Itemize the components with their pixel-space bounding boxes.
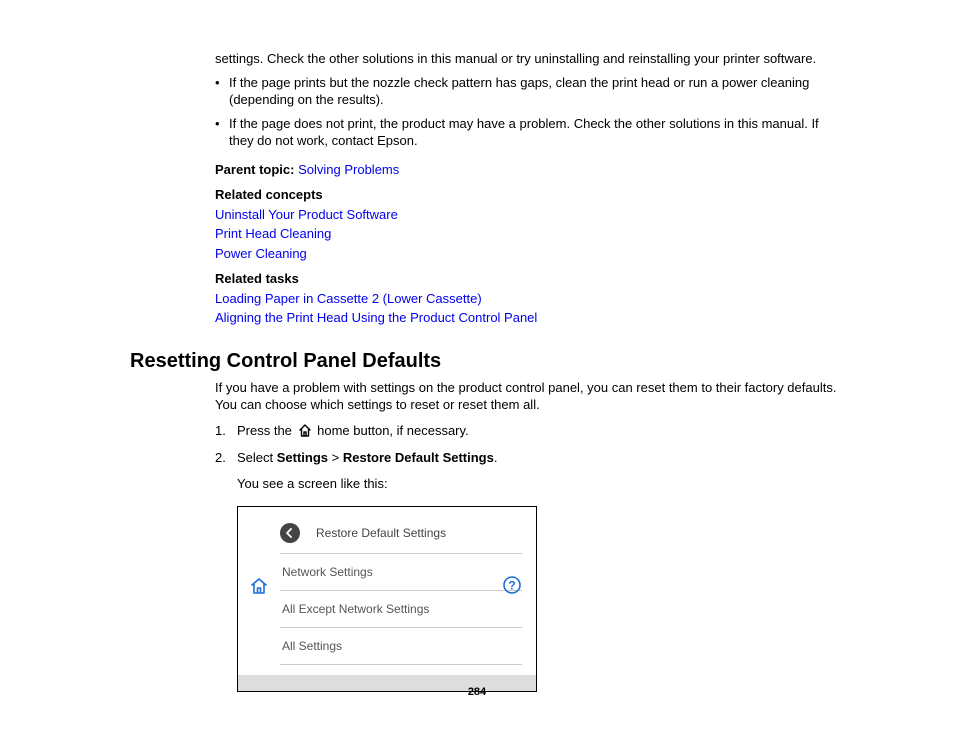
bullet-text: If the page prints but the nozzle check … [229,74,844,109]
help-icon: ? [502,575,522,598]
parent-topic-link[interactable]: Solving Problems [298,162,399,177]
step-2-restore-label: Restore Default Settings [343,450,494,465]
bullet-item: • If the page prints but the nozzle chec… [215,74,844,109]
step-number: 2. [215,449,237,492]
step-2-result: You see a screen like this: [237,475,844,493]
step-2-settings-label: Settings [277,450,328,465]
related-concepts-label: Related concepts [215,185,844,205]
step-1-post: home button, if necessary. [314,423,469,438]
parent-topic-line: Parent topic: Solving Problems [215,160,844,180]
back-arrow-icon [280,523,300,543]
related-concept-link[interactable]: Print Head Cleaning [215,226,331,241]
bullet-mark: • [215,115,229,150]
related-concept-link[interactable]: Uninstall Your Product Software [215,207,398,222]
related-task-link[interactable]: Aligning the Print Head Using the Produc… [215,310,537,325]
screenshot-menu-item: All Settings [280,628,522,665]
bullet-mark: • [215,74,229,109]
bullet-text: If the page does not print, the product … [229,115,844,150]
screenshot-menu-item: Network Settings [280,554,522,591]
step-1: 1. Press the home button, if necessary. [215,422,844,442]
step-2-period: . [494,450,498,465]
parent-topic-label: Parent topic: [215,162,294,177]
control-panel-screenshot: ? Restore Default Settings Network Setti… [237,506,537,692]
section-heading: Resetting Control Panel Defaults [130,350,844,373]
page-number: 284 [0,686,954,698]
screenshot-menu-item: All Except Network Settings [280,591,522,628]
step-number: 1. [215,422,237,442]
home-icon [298,424,312,442]
step-2-pre: Select [237,450,277,465]
related-task-link[interactable]: Loading Paper in Cassette 2 (Lower Casse… [215,291,482,306]
related-tasks-label: Related tasks [215,269,844,289]
screenshot-title: Restore Default Settings [316,526,446,540]
section-intro: If you have a problem with settings on t… [215,379,844,414]
intro-continuation: settings. Check the other solutions in t… [215,50,844,68]
step-2-gt: > [328,450,343,465]
step-1-pre: Press the [237,423,296,438]
related-concept-link[interactable]: Power Cleaning [215,246,307,261]
bullet-item: • If the page does not print, the produc… [215,115,844,150]
home-nav-icon [250,577,268,598]
svg-text:?: ? [508,579,515,593]
step-2: 2. Select Settings > Restore Default Set… [215,449,844,492]
